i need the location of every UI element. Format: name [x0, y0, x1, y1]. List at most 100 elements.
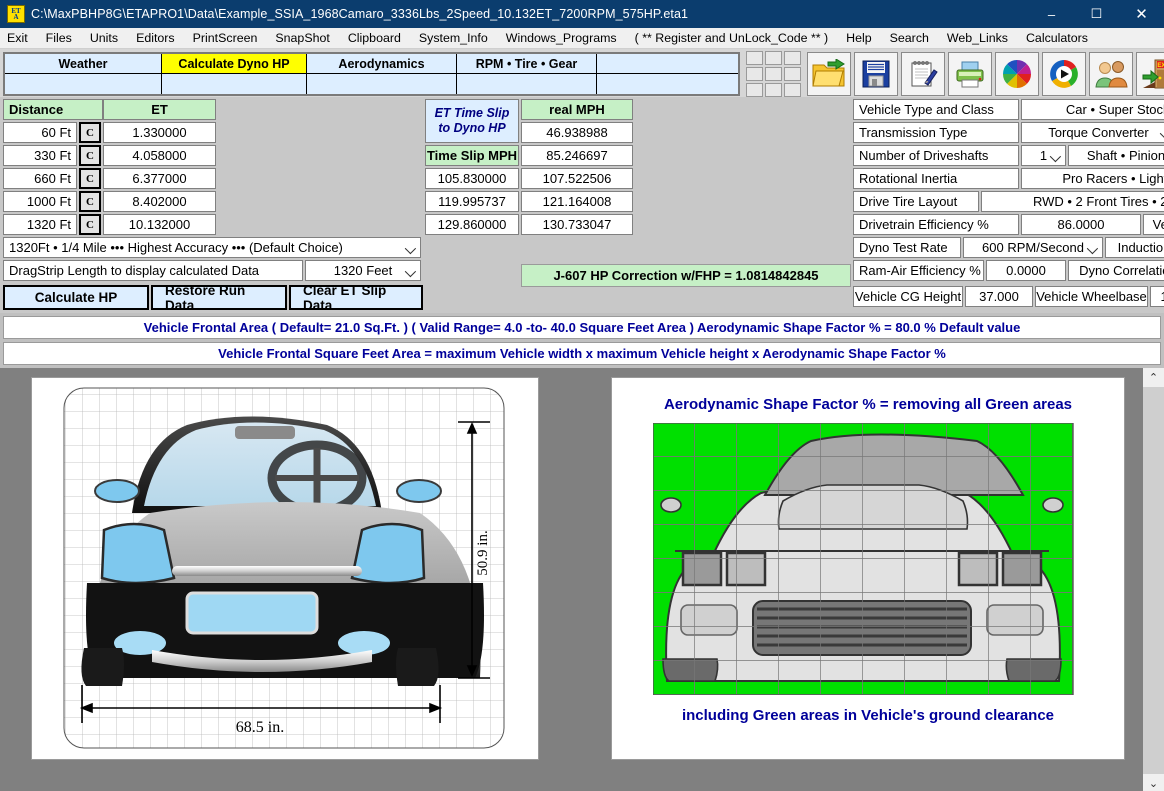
vehicle-cg-height-label: Vehicle CG Height [853, 286, 963, 307]
grid-cell-6[interactable] [784, 67, 801, 81]
menu-item-editors[interactable]: Editors [136, 31, 175, 45]
table-row: 60 Ft C 1.330000 [3, 122, 423, 143]
users-icon[interactable] [1089, 52, 1133, 96]
transmission-select[interactable]: Torque Converter [1021, 122, 1164, 143]
grid-cell-4[interactable] [746, 67, 763, 81]
real-mph-330ft: 85.246697 [521, 145, 633, 166]
diagram-area: 50.9 in. 68.5 in. Aerodynamic Shape Fact… [0, 368, 1164, 791]
tab-aerodynamics-body [307, 74, 456, 94]
et-value-60ft[interactable]: 1.330000 [103, 122, 216, 143]
tab-calculate-dyno-hp-body [162, 74, 306, 94]
vehicle-type-select[interactable]: Car • Super Stock / GT • 1960-1980 [1021, 99, 1164, 120]
rotational-inertia-value: Pro Racers • Light-weight Race parts [1062, 171, 1164, 186]
tab-rpm-tire-gear-label: RPM • Tire • Gear [457, 54, 596, 75]
calc-toggle-330ft[interactable]: C [79, 145, 101, 166]
menu-item-web-links[interactable]: Web_Links [947, 31, 1008, 45]
menu-item-help[interactable]: Help [846, 31, 871, 45]
menu-item-system-info[interactable]: System_Info [419, 31, 488, 45]
ram-air-efficiency-value[interactable]: 0.0000 [986, 260, 1066, 281]
menu-item-printscreen[interactable]: PrintScreen [193, 31, 258, 45]
save-floppy-icon[interactable] [854, 52, 898, 96]
driveshafts-select[interactable]: 1 [1021, 145, 1066, 166]
menu-item-search[interactable]: Search [890, 31, 929, 45]
menu-item-clipboard[interactable]: Clipboard [348, 31, 401, 45]
vehicle-front-dimensions-diagram: 50.9 in. 68.5 in. [31, 377, 539, 760]
rotational-inertia-select[interactable]: Pro Racers • Light-weight Race parts [1021, 168, 1164, 189]
dragstrip-length-select[interactable]: 1320Ft • 1/4 Mile ••• Highest Accuracy •… [3, 237, 421, 258]
menu-item-files[interactable]: Files [46, 31, 72, 45]
menu-item-units[interactable]: Units [90, 31, 118, 45]
time-slip-mph-660[interactable]: 105.830000 [425, 168, 519, 189]
eta-app-icon: ET A [7, 5, 25, 23]
tab-weather[interactable]: Weather [5, 54, 162, 94]
time-slip-header: ET Time Slip to Dyno HP [425, 99, 519, 143]
color-wheel-icon[interactable] [995, 52, 1039, 96]
notepad-edit-icon[interactable] [901, 52, 945, 96]
tab-rpm-tire-gear-body [457, 74, 596, 94]
time-slip-mph-1000[interactable]: 119.995737 [425, 191, 519, 212]
minimize-button[interactable]: – [1029, 0, 1074, 28]
parameters-panel: Distance ET 60 Ft C 1.330000 330 Ft C 4.… [0, 97, 1164, 313]
dyno-test-rate-select[interactable]: 600 RPM/Second [963, 237, 1103, 258]
printer-icon[interactable] [948, 52, 992, 96]
tab-calculate-dyno-hp[interactable]: Calculate Dyno HP [162, 54, 307, 94]
ram-air-correlation-row: Ram-Air Efficiency % 0.0000 Dyno Correla… [853, 260, 1164, 281]
calc-toggle-660ft[interactable]: C [79, 168, 101, 189]
calc-toggle-1000ft[interactable]: C [79, 191, 101, 212]
et-value-660ft[interactable]: 6.377000 [103, 168, 216, 189]
et-value-1320ft[interactable]: 10.132000 [103, 214, 216, 235]
menu-item-register-unlock[interactable]: ( ** Register and UnLock_Code ** ) [635, 31, 829, 45]
dragstrip-display-select[interactable]: 1320 Feet [305, 260, 421, 281]
grid-cell-7[interactable] [746, 83, 763, 97]
vehicle-cg-height-value[interactable]: 37.000 [965, 286, 1033, 307]
driveshafts-label: Number of Driveshafts [853, 145, 1019, 166]
grid-cell-9[interactable] [784, 83, 801, 97]
tab-rpm-tire-gear[interactable]: RPM • Tire • Gear [457, 54, 597, 94]
header-et: ET [103, 99, 216, 120]
calculate-hp-button[interactable]: Calculate HP [3, 285, 149, 310]
restore-run-data-button[interactable]: Restore Run Data [151, 283, 287, 313]
grid-cell-2[interactable] [765, 51, 782, 65]
close-button[interactable]: ✕ [1119, 0, 1164, 28]
vehicle-wheelbase-label: Vehicle Wheelbase [1035, 286, 1148, 307]
info-line-1: Vehicle Frontal Area ( Default= 21.0 Sq.… [3, 316, 1161, 339]
dyno-test-rate-label: Dyno Test Rate [853, 237, 961, 258]
maximize-button[interactable]: ☐ [1074, 0, 1119, 28]
grid-button-cluster[interactable] [746, 51, 801, 97]
vehicle-wheelbase-value[interactable]: 108.000 [1150, 286, 1164, 307]
grid-cell-5[interactable] [765, 67, 782, 81]
grid-cell-1[interactable] [746, 51, 763, 65]
dragstrip-length-value: 1320Ft • 1/4 Mile ••• Highest Accuracy •… [9, 240, 343, 255]
scrollbar-track[interactable] [1143, 387, 1164, 774]
menu-item-calculators[interactable]: Calculators [1026, 31, 1088, 45]
vehicle-type-value: Car • Super Stock / GT • 1960-1980 [1065, 102, 1164, 117]
grid-cell-8[interactable] [765, 83, 782, 97]
tab-aerodynamics[interactable]: Aerodynamics [307, 54, 457, 94]
menu-item-snapshot[interactable]: SnapShot [275, 31, 329, 45]
calc-toggle-1320ft[interactable]: C [79, 214, 101, 235]
vehicle-type-row: Vehicle Type and Class Car • Super Stock… [853, 99, 1164, 120]
drive-tire-layout-select[interactable]: RWD • 2 Front Tires • 2 Rear Drive Tires [981, 191, 1164, 212]
real-mph-1000ft: 121.164008 [521, 191, 633, 212]
open-folder-icon[interactable] [807, 52, 851, 96]
time-slip-mph-1320[interactable]: 129.860000 [425, 214, 519, 235]
exit-door-icon[interactable]: EXIT [1136, 52, 1164, 96]
scroll-down-icon[interactable]: ⌄ [1143, 774, 1164, 791]
clear-et-slip-data-button[interactable]: Clear ET Slip Data [289, 283, 423, 313]
height-dimension-label: 50.9 in. [475, 530, 491, 575]
tab-empty[interactable] [597, 54, 738, 94]
et-value-1000ft[interactable]: 8.402000 [103, 191, 216, 212]
play-media-icon[interactable] [1042, 52, 1086, 96]
scroll-up-icon[interactable]: ⌃ [1143, 368, 1164, 387]
drivetrain-efficiency-value[interactable]: 86.0000 [1021, 214, 1141, 235]
menu-item-windows-programs[interactable]: Windows_Programs [506, 31, 617, 45]
time-slip-header-line1: ET Time Slip [434, 106, 510, 120]
et-value-330ft[interactable]: 4.058000 [103, 145, 216, 166]
grid-cell-3[interactable] [784, 51, 801, 65]
time-slip-header-line2: to Dyno HP [438, 121, 506, 135]
calc-toggle-60ft[interactable]: C [79, 122, 101, 143]
vertical-scrollbar[interactable]: ⌃ ⌄ [1143, 368, 1164, 791]
et-slip-section: Distance ET 60 Ft C 1.330000 330 Ft C 4.… [3, 99, 423, 313]
table-row: 1000 Ft C 8.402000 [3, 191, 423, 212]
menu-item-exit[interactable]: Exit [7, 31, 28, 45]
